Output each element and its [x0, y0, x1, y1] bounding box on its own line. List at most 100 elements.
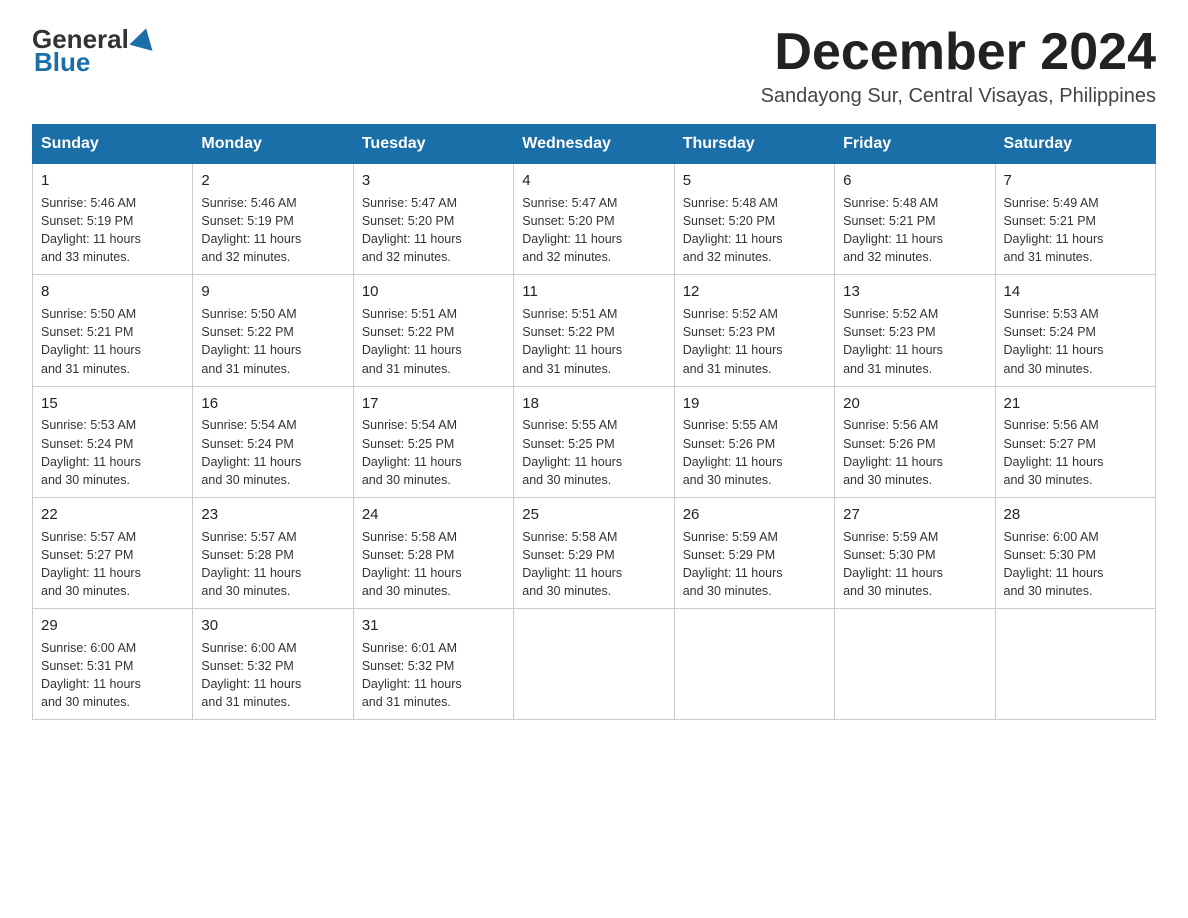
day-number: 13	[843, 281, 986, 303]
day-info: Sunrise: 5:59 AM Sunset: 5:29 PM Dayligh…	[683, 528, 826, 601]
calendar-cell: 30 Sunrise: 6:00 AM Sunset: 5:32 PM Dayl…	[193, 609, 353, 720]
day-info: Sunrise: 5:47 AM Sunset: 5:20 PM Dayligh…	[362, 194, 505, 267]
day-number: 28	[1004, 504, 1147, 526]
day-number: 12	[683, 281, 826, 303]
calendar-cell: 25 Sunrise: 5:58 AM Sunset: 5:29 PM Dayl…	[514, 497, 674, 608]
calendar-cell: 18 Sunrise: 5:55 AM Sunset: 5:25 PM Dayl…	[514, 386, 674, 497]
calendar-cell: 8 Sunrise: 5:50 AM Sunset: 5:21 PM Dayli…	[33, 275, 193, 386]
day-info: Sunrise: 5:52 AM Sunset: 5:23 PM Dayligh…	[843, 305, 986, 378]
calendar-cell: 28 Sunrise: 6:00 AM Sunset: 5:30 PM Dayl…	[995, 497, 1155, 608]
calendar-cell: 7 Sunrise: 5:49 AM Sunset: 5:21 PM Dayli…	[995, 164, 1155, 275]
day-info: Sunrise: 5:46 AM Sunset: 5:19 PM Dayligh…	[41, 194, 184, 267]
day-number: 1	[41, 170, 184, 192]
calendar-cell: 11 Sunrise: 5:51 AM Sunset: 5:22 PM Dayl…	[514, 275, 674, 386]
day-info: Sunrise: 5:48 AM Sunset: 5:21 PM Dayligh…	[843, 194, 986, 267]
calendar-cell	[835, 609, 995, 720]
calendar-day-header-wednesday: Wednesday	[514, 125, 674, 164]
day-number: 18	[522, 393, 665, 415]
calendar-cell: 27 Sunrise: 5:59 AM Sunset: 5:30 PM Dayl…	[835, 497, 995, 608]
day-number: 10	[362, 281, 505, 303]
day-info: Sunrise: 6:00 AM Sunset: 5:32 PM Dayligh…	[201, 639, 344, 712]
calendar-cell: 16 Sunrise: 5:54 AM Sunset: 5:24 PM Dayl…	[193, 386, 353, 497]
calendar-cell: 29 Sunrise: 6:00 AM Sunset: 5:31 PM Dayl…	[33, 609, 193, 720]
calendar-cell: 14 Sunrise: 5:53 AM Sunset: 5:24 PM Dayl…	[995, 275, 1155, 386]
day-number: 6	[843, 170, 986, 192]
calendar-cell: 22 Sunrise: 5:57 AM Sunset: 5:27 PM Dayl…	[33, 497, 193, 608]
logo-triangle-icon	[129, 26, 157, 54]
day-number: 22	[41, 504, 184, 526]
day-info: Sunrise: 5:56 AM Sunset: 5:26 PM Dayligh…	[843, 416, 986, 489]
day-number: 9	[201, 281, 344, 303]
calendar-cell: 6 Sunrise: 5:48 AM Sunset: 5:21 PM Dayli…	[835, 164, 995, 275]
day-number: 8	[41, 281, 184, 303]
location-subtitle: Sandayong Sur, Central Visayas, Philippi…	[761, 85, 1156, 108]
day-number: 2	[201, 170, 344, 192]
day-info: Sunrise: 5:58 AM Sunset: 5:28 PM Dayligh…	[362, 528, 505, 601]
day-info: Sunrise: 5:49 AM Sunset: 5:21 PM Dayligh…	[1004, 194, 1147, 267]
calendar-cell: 10 Sunrise: 5:51 AM Sunset: 5:22 PM Dayl…	[353, 275, 513, 386]
logo: General Blue	[32, 24, 159, 78]
day-number: 7	[1004, 170, 1147, 192]
calendar-cell: 2 Sunrise: 5:46 AM Sunset: 5:19 PM Dayli…	[193, 164, 353, 275]
day-info: Sunrise: 5:57 AM Sunset: 5:27 PM Dayligh…	[41, 528, 184, 601]
day-number: 16	[201, 393, 344, 415]
logo-blue-text: Blue	[34, 47, 90, 77]
day-info: Sunrise: 5:53 AM Sunset: 5:24 PM Dayligh…	[1004, 305, 1147, 378]
day-info: Sunrise: 5:47 AM Sunset: 5:20 PM Dayligh…	[522, 194, 665, 267]
calendar-cell: 19 Sunrise: 5:55 AM Sunset: 5:26 PM Dayl…	[674, 386, 834, 497]
day-info: Sunrise: 5:52 AM Sunset: 5:23 PM Dayligh…	[683, 305, 826, 378]
day-info: Sunrise: 5:56 AM Sunset: 5:27 PM Dayligh…	[1004, 416, 1147, 489]
day-number: 29	[41, 615, 184, 637]
day-info: Sunrise: 6:00 AM Sunset: 5:31 PM Dayligh…	[41, 639, 184, 712]
calendar-cell: 4 Sunrise: 5:47 AM Sunset: 5:20 PM Dayli…	[514, 164, 674, 275]
day-number: 15	[41, 393, 184, 415]
day-info: Sunrise: 5:51 AM Sunset: 5:22 PM Dayligh…	[362, 305, 505, 378]
day-number: 5	[683, 170, 826, 192]
month-title: December 2024	[761, 24, 1156, 81]
day-number: 11	[522, 281, 665, 303]
calendar-cell: 12 Sunrise: 5:52 AM Sunset: 5:23 PM Dayl…	[674, 275, 834, 386]
calendar-cell: 23 Sunrise: 5:57 AM Sunset: 5:28 PM Dayl…	[193, 497, 353, 608]
calendar-day-header-sunday: Sunday	[33, 125, 193, 164]
calendar-week-row: 29 Sunrise: 6:00 AM Sunset: 5:31 PM Dayl…	[33, 609, 1156, 720]
day-info: Sunrise: 5:53 AM Sunset: 5:24 PM Dayligh…	[41, 416, 184, 489]
calendar-cell: 31 Sunrise: 6:01 AM Sunset: 5:32 PM Dayl…	[353, 609, 513, 720]
day-number: 23	[201, 504, 344, 526]
calendar-cell: 17 Sunrise: 5:54 AM Sunset: 5:25 PM Dayl…	[353, 386, 513, 497]
calendar-week-row: 15 Sunrise: 5:53 AM Sunset: 5:24 PM Dayl…	[33, 386, 1156, 497]
calendar-week-row: 1 Sunrise: 5:46 AM Sunset: 5:19 PM Dayli…	[33, 164, 1156, 275]
day-info: Sunrise: 5:48 AM Sunset: 5:20 PM Dayligh…	[683, 194, 826, 267]
day-number: 24	[362, 504, 505, 526]
day-info: Sunrise: 5:55 AM Sunset: 5:25 PM Dayligh…	[522, 416, 665, 489]
day-info: Sunrise: 5:54 AM Sunset: 5:24 PM Dayligh…	[201, 416, 344, 489]
calendar-cell: 5 Sunrise: 5:48 AM Sunset: 5:20 PM Dayli…	[674, 164, 834, 275]
day-number: 4	[522, 170, 665, 192]
day-number: 19	[683, 393, 826, 415]
calendar-week-row: 22 Sunrise: 5:57 AM Sunset: 5:27 PM Dayl…	[33, 497, 1156, 608]
day-info: Sunrise: 5:57 AM Sunset: 5:28 PM Dayligh…	[201, 528, 344, 601]
calendar-cell: 24 Sunrise: 5:58 AM Sunset: 5:28 PM Dayl…	[353, 497, 513, 608]
day-info: Sunrise: 5:58 AM Sunset: 5:29 PM Dayligh…	[522, 528, 665, 601]
day-number: 14	[1004, 281, 1147, 303]
calendar-week-row: 8 Sunrise: 5:50 AM Sunset: 5:21 PM Dayli…	[33, 275, 1156, 386]
calendar-cell: 26 Sunrise: 5:59 AM Sunset: 5:29 PM Dayl…	[674, 497, 834, 608]
day-info: Sunrise: 5:50 AM Sunset: 5:21 PM Dayligh…	[41, 305, 184, 378]
calendar-cell: 15 Sunrise: 5:53 AM Sunset: 5:24 PM Dayl…	[33, 386, 193, 497]
calendar-cell: 1 Sunrise: 5:46 AM Sunset: 5:19 PM Dayli…	[33, 164, 193, 275]
calendar-cell: 9 Sunrise: 5:50 AM Sunset: 5:22 PM Dayli…	[193, 275, 353, 386]
title-section: December 2024 Sandayong Sur, Central Vis…	[761, 24, 1156, 108]
day-number: 21	[1004, 393, 1147, 415]
calendar-day-header-friday: Friday	[835, 125, 995, 164]
calendar-cell: 3 Sunrise: 5:47 AM Sunset: 5:20 PM Dayli…	[353, 164, 513, 275]
calendar-header-row: SundayMondayTuesdayWednesdayThursdayFrid…	[33, 125, 1156, 164]
day-number: 26	[683, 504, 826, 526]
day-number: 31	[362, 615, 505, 637]
calendar-cell	[514, 609, 674, 720]
calendar-cell: 21 Sunrise: 5:56 AM Sunset: 5:27 PM Dayl…	[995, 386, 1155, 497]
calendar-table: SundayMondayTuesdayWednesdayThursdayFrid…	[32, 124, 1156, 720]
day-number: 20	[843, 393, 986, 415]
day-info: Sunrise: 6:00 AM Sunset: 5:30 PM Dayligh…	[1004, 528, 1147, 601]
calendar-day-header-monday: Monday	[193, 125, 353, 164]
calendar-cell	[674, 609, 834, 720]
calendar-day-header-saturday: Saturday	[995, 125, 1155, 164]
